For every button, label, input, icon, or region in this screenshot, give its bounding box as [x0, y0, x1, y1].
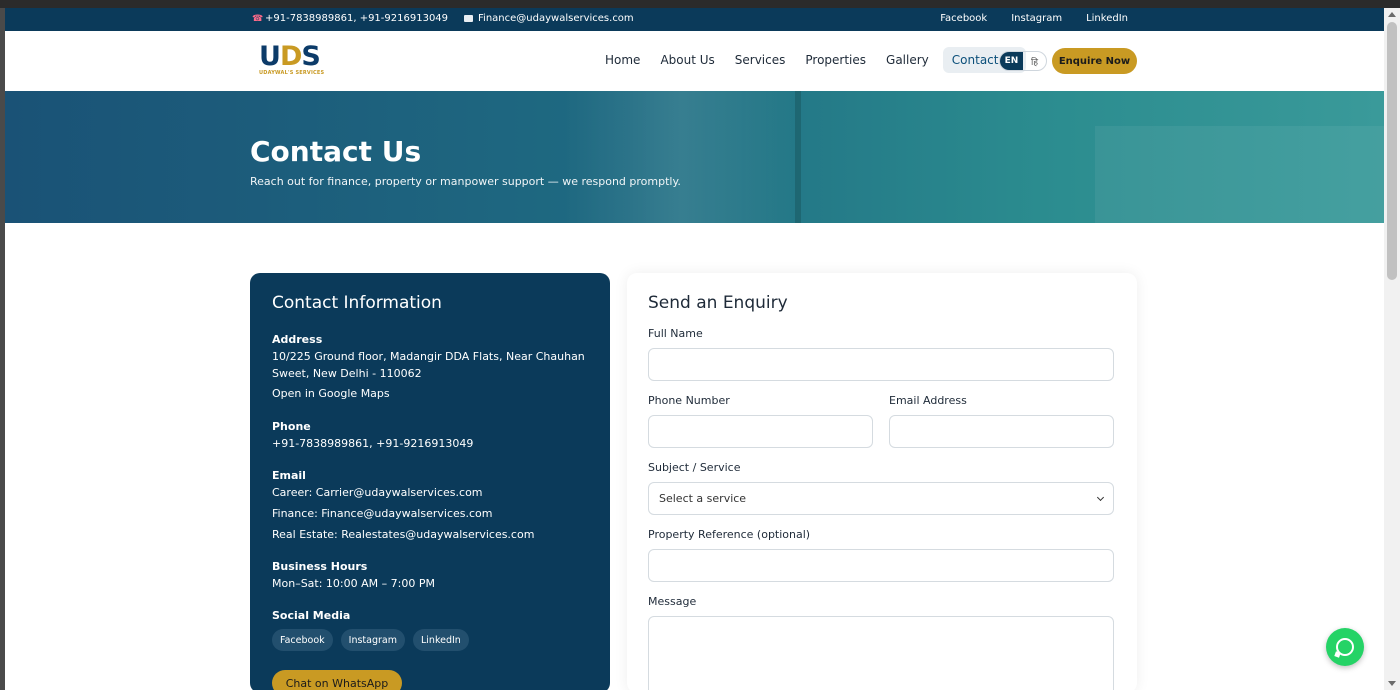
- page-scrollbar[interactable]: [1384, 8, 1400, 690]
- hours-text: Mon–Sat: 10:00 AM – 7:00 PM: [272, 577, 435, 590]
- site-logo[interactable]: UDS UDAYWAL'S SERVICES: [259, 43, 329, 79]
- subject-select[interactable]: Select a service: [648, 482, 1114, 515]
- topbar-email-text: Finance@udaywalservices.com: [478, 13, 634, 24]
- nav-gallery[interactable]: Gallery: [880, 47, 935, 73]
- topbar-instagram-link[interactable]: Instagram: [1011, 13, 1062, 24]
- language-toggle: EN हि: [999, 51, 1047, 71]
- whatsapp-icon: [1336, 638, 1354, 656]
- phone-block: Phone +91-7838989861, +91-9216913049: [272, 418, 592, 452]
- contact-info-card: Contact Information Address 10/225 Groun…: [250, 273, 610, 690]
- social-facebook-chip[interactable]: Facebook: [272, 629, 333, 651]
- whatsapp-float-button[interactable]: [1326, 628, 1364, 666]
- email-label: Email: [272, 469, 306, 482]
- address-block: Address 10/225 Ground floor, Madangir DD…: [272, 331, 592, 402]
- enquire-now-button[interactable]: Enquire Now: [1052, 48, 1137, 74]
- enquiry-form: Send an Enquiry Full Name Phone Number E…: [627, 273, 1137, 690]
- hero-pillar: [795, 91, 801, 223]
- social-label: Social Media: [272, 609, 351, 622]
- scroll-down-arrow-icon[interactable]: [1388, 681, 1396, 686]
- email-address-label: Email Address: [889, 394, 967, 407]
- full-name-label: Full Name: [648, 327, 703, 340]
- mail-icon: [464, 15, 474, 22]
- phone-number-label: Phone Number: [648, 394, 730, 407]
- scroll-thumb[interactable]: [1387, 22, 1397, 280]
- chat-whatsapp-button[interactable]: Chat on WhatsApp: [272, 670, 402, 690]
- social-chips: Facebook Instagram LinkedIn: [272, 629, 469, 651]
- hours-block: Business Hours Mon–Sat: 10:00 AM – 7:00 …: [272, 558, 592, 592]
- property-reference-input[interactable]: [648, 549, 1114, 582]
- hero-light: [565, 91, 795, 223]
- social-instagram-chip[interactable]: Instagram: [340, 629, 405, 651]
- nav-about-us[interactable]: About Us: [654, 47, 720, 73]
- browser-viewport: ☎ +91-7838989861, +91-9216913049 Finance…: [5, 8, 1384, 690]
- phone-label: Phone: [272, 420, 311, 433]
- page-subtitle: Reach out for finance, property or manpo…: [250, 175, 681, 188]
- google-maps-link[interactable]: Open in Google Maps: [272, 385, 592, 402]
- hero-banner: Contact Us Reach out for finance, proper…: [5, 91, 1384, 223]
- topbar-linkedin-link[interactable]: LinkedIn: [1086, 13, 1128, 24]
- topbar-phone-text: +91-7838989861, +91-9216913049: [265, 13, 449, 24]
- top-contact-bar: ☎ +91-7838989861, +91-9216913049 Finance…: [5, 8, 1384, 31]
- address-text: 10/225 Ground floor, Madangir DDA Flats,…: [272, 350, 585, 380]
- topbar-facebook-link[interactable]: Facebook: [940, 13, 987, 24]
- email-career[interactable]: Career: Carrier@udaywalservices.com: [272, 484, 592, 501]
- site-header: UDS UDAYWAL'S SERVICES Home About Us Ser…: [5, 31, 1384, 91]
- lang-hi-button[interactable]: हि: [1023, 52, 1046, 70]
- nav-properties[interactable]: Properties: [799, 47, 872, 73]
- subject-label: Subject / Service: [648, 461, 741, 474]
- nav-home[interactable]: Home: [599, 47, 646, 73]
- scroll-up-arrow-icon[interactable]: [1388, 12, 1396, 17]
- enquiry-form-title: Send an Enquiry: [648, 293, 788, 313]
- address-label: Address: [272, 333, 323, 346]
- message-textarea[interactable]: [648, 616, 1114, 690]
- message-label: Message: [648, 595, 697, 608]
- email-real-estate[interactable]: Real Estate: Realestates@udaywalservices…: [272, 526, 592, 543]
- subject-select-value: Select a service: [659, 492, 747, 505]
- contact-info-title: Contact Information: [272, 293, 442, 313]
- hero-wall: [1095, 126, 1384, 223]
- nav-services[interactable]: Services: [729, 47, 792, 73]
- topbar-phone[interactable]: ☎ +91-7838989861, +91-9216913049: [252, 13, 448, 24]
- phone-text[interactable]: +91-7838989861, +91-9216913049: [272, 435, 592, 452]
- topbar-email[interactable]: Finance@udaywalservices.com: [464, 13, 634, 24]
- logo-mark: UDS: [259, 41, 321, 72]
- page-title: Contact Us: [250, 135, 422, 168]
- chevron-down-icon: [1096, 493, 1105, 501]
- social-linkedin-chip[interactable]: LinkedIn: [412, 629, 469, 651]
- email-block: Email Career: Carrier@udaywalservices.co…: [272, 467, 592, 543]
- property-reference-label: Property Reference (optional): [648, 528, 811, 541]
- social-label-block: Social Media: [272, 607, 592, 624]
- window-chrome-top: [0, 0, 1400, 8]
- lang-en-button[interactable]: EN: [1000, 52, 1023, 70]
- hours-label: Business Hours: [272, 560, 368, 573]
- logo-subtitle: UDAYWAL'S SERVICES: [259, 70, 325, 76]
- phone-icon: ☎: [252, 13, 264, 24]
- full-name-input[interactable]: [648, 348, 1114, 381]
- email-finance[interactable]: Finance: Finance@udaywalservices.com: [272, 505, 592, 522]
- main-nav: Home About Us Services Properties Galler…: [599, 47, 1027, 73]
- phone-number-input[interactable]: [648, 415, 873, 448]
- email-address-input[interactable]: [889, 415, 1114, 448]
